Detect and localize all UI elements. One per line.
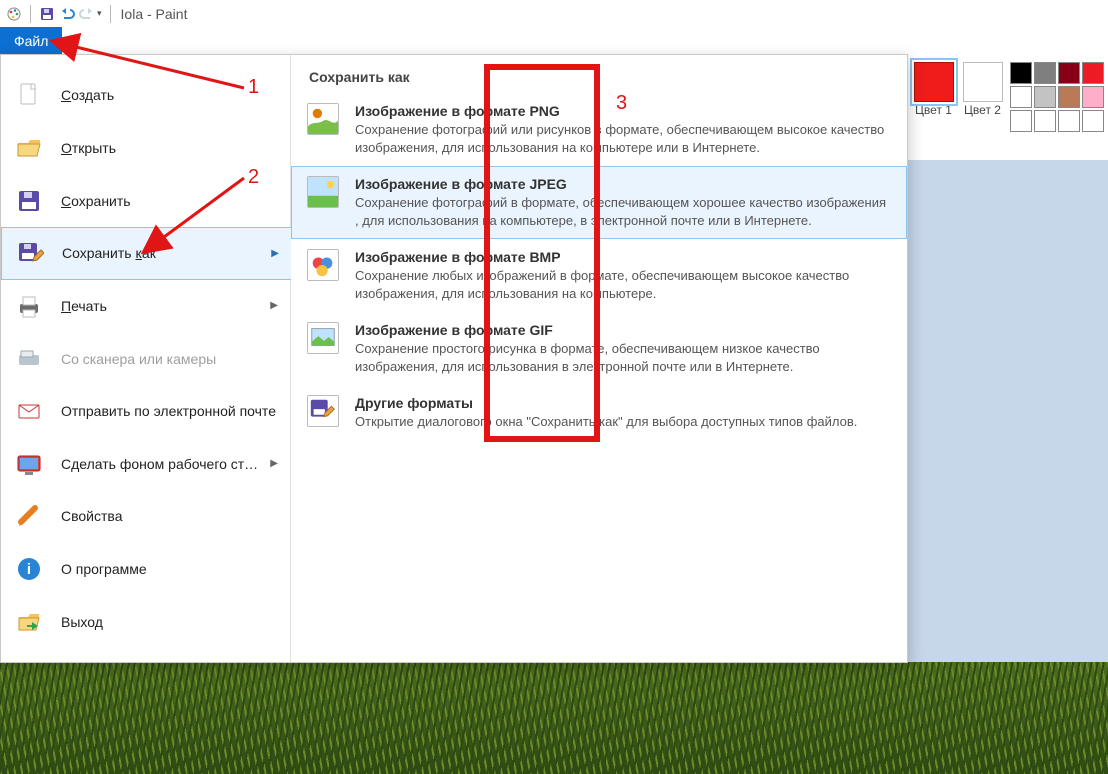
format-title: Изображение в формате BMP [355, 249, 891, 265]
save-icon [15, 187, 43, 215]
file-menu-item-label: Выход [61, 614, 276, 630]
file-menu-item-about[interactable]: i О программе [1, 543, 290, 596]
color-2[interactable]: Цвет 2 [961, 62, 1004, 132]
save-as-panel-title: Сохранить как [291, 65, 907, 93]
format-title: Изображение в формате PNG [355, 103, 891, 119]
palette-swatch[interactable] [1010, 110, 1032, 132]
color-palette [1010, 62, 1104, 132]
chevron-right-icon: ▶ [271, 248, 279, 259]
file-menu-item-save_as[interactable]: Сохранить как ▶ [1, 227, 291, 280]
format-desc: Сохранение фотографий или рисунков в фор… [355, 121, 891, 156]
format-desc: Сохранение любых изображений в формате, … [355, 267, 891, 302]
jpeg-thumb-icon [307, 176, 339, 208]
file-menu-item-send_mail[interactable]: Отправить по электронной почте [1, 385, 290, 438]
format-desc: Сохранение простого рисунка в формате, о… [355, 340, 891, 375]
qat-save-icon[interactable] [39, 6, 55, 22]
palette-swatch[interactable] [1082, 62, 1104, 84]
quick-access-toolbar: ▾ [6, 5, 115, 23]
save-as-format-gif[interactable]: Изображение в формате GIF Сохранение прос… [291, 312, 907, 385]
qat-undo-icon[interactable] [59, 6, 75, 22]
tab-strip: Файл [0, 27, 62, 54]
window-title: Iola - Paint [121, 6, 188, 22]
file-menu-item-label: О программе [61, 561, 276, 577]
file-menu-item-save[interactable]: Сохранить [1, 174, 290, 227]
gif-thumb-icon [307, 322, 339, 354]
file-menu-item-label: Печать [61, 298, 262, 314]
chevron-right-icon: ▶ [270, 458, 278, 469]
file-menu-item-print[interactable]: Печать ▶ [1, 280, 290, 333]
colors-group: Цвет 1 Цвет 2 [912, 62, 1104, 132]
palette-swatch[interactable] [1010, 62, 1032, 84]
file-menu-item-new[interactable]: Создать [1, 69, 290, 122]
file-menu-item-exit[interactable]: Выход [1, 595, 290, 648]
color-2-swatch[interactable] [963, 62, 1003, 102]
paint-app-icon [6, 6, 22, 22]
file-menu-left: СоздатьОткрытьСохранитьСохранить как▶Печ… [1, 55, 291, 662]
about-icon: i [15, 555, 43, 583]
save-as-format-other[interactable]: Другие форматы Открытие диалогового окна … [291, 385, 907, 441]
palette-swatch[interactable] [1082, 110, 1104, 132]
palette-swatch[interactable] [1034, 62, 1056, 84]
png-thumb-icon [307, 103, 339, 135]
wallpaper-icon [15, 450, 43, 478]
chevron-right-icon: ▶ [270, 300, 278, 311]
qat-customize-icon[interactable]: ▾ [97, 8, 102, 19]
format-desc: Сохранение фотографий в формате, обеспеч… [355, 194, 891, 229]
color-1[interactable]: Цвет 1 [912, 62, 955, 132]
file-menu-item-open[interactable]: Открыть [1, 122, 290, 175]
new-icon [15, 81, 43, 109]
canvas-image [0, 662, 1108, 774]
file-menu-item-label: Отправить по электронной почте [61, 403, 276, 419]
color-1-swatch[interactable] [914, 62, 954, 102]
file-menu-item-label: Открыть [61, 140, 276, 156]
save_as-icon [16, 239, 44, 267]
palette-swatch[interactable] [1010, 86, 1032, 108]
exit-icon [15, 608, 43, 636]
palette-swatch[interactable] [1034, 86, 1056, 108]
palette-swatch[interactable] [1058, 86, 1080, 108]
print-icon [15, 292, 43, 320]
title-bar: ▾ Iola - Paint [0, 0, 1108, 27]
file-menu-item-properties[interactable]: Свойства [1, 490, 290, 543]
file-menu-item-label: Сделать фоном рабочего стола [61, 456, 262, 472]
file-menu-item-label: Сохранить [61, 193, 276, 209]
qat-redo-icon[interactable] [79, 6, 95, 22]
save-as-format-jpeg[interactable]: Изображение в формате JPEG Сохранение фот… [291, 166, 907, 239]
save-as-format-bmp[interactable]: Изображение в формате BMP Сохранение любы… [291, 239, 907, 312]
bmp-thumb-icon [307, 249, 339, 281]
file-menu-right-panel: Сохранить как Изображение в формате PNG С… [291, 55, 907, 662]
open-icon [15, 134, 43, 162]
file-menu: СоздатьОткрытьСохранитьСохранить как▶Печ… [0, 54, 908, 663]
file-menu-item-label: Свойства [61, 508, 276, 524]
palette-swatch[interactable] [1082, 86, 1104, 108]
file-menu-item-label: Со сканера или камеры [61, 351, 276, 367]
scanner-icon [15, 345, 43, 373]
file-menu-item-label: Создать [61, 87, 276, 103]
palette-swatch[interactable] [1034, 110, 1056, 132]
file-menu-item-label: Сохранить как [62, 245, 263, 261]
other-thumb-icon [307, 395, 339, 427]
palette-swatch[interactable] [1058, 62, 1080, 84]
format-title: Другие форматы [355, 395, 891, 411]
svg-text:i: i [27, 561, 31, 578]
format-title: Изображение в формате GIF [355, 322, 891, 338]
file-tab[interactable]: Файл [0, 27, 62, 54]
palette-swatch[interactable] [1058, 110, 1080, 132]
send_mail-icon [15, 397, 43, 425]
format-title: Изображение в формате JPEG [355, 176, 891, 192]
save-as-format-png[interactable]: Изображение в формате PNG Сохранение фото… [291, 93, 907, 166]
format-desc: Открытие диалогового окна "Сохранить как… [355, 413, 891, 431]
file-menu-item-scanner: Со сканера или камеры [1, 332, 290, 385]
file-menu-item-wallpaper[interactable]: Сделать фоном рабочего стола ▶ [1, 437, 290, 490]
properties-icon [15, 502, 43, 530]
